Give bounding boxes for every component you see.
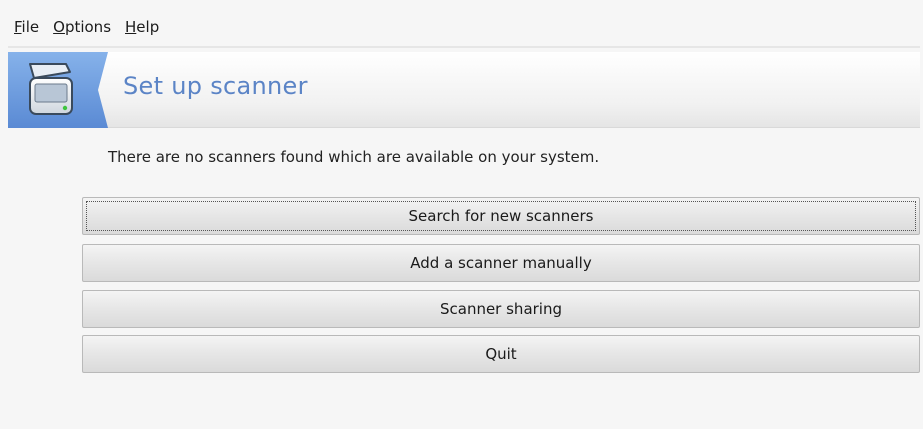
scanner-sharing-button[interactable]: Scanner sharing (82, 290, 920, 328)
scanner-setup-window: File Options Help Set up scanner There a… (0, 0, 923, 429)
menu-options-mnemonic: O (53, 18, 65, 36)
search-scanners-label: Search for new scanners (86, 201, 916, 231)
menu-file[interactable]: File (14, 18, 39, 36)
menu-options[interactable]: Options (53, 18, 111, 36)
search-scanners-button[interactable]: Search for new scanners (82, 197, 920, 235)
menu-bar: File Options Help (8, 8, 920, 48)
scanner-sharing-label: Scanner sharing (439, 300, 562, 318)
menu-file-label: ile (21, 18, 40, 36)
menu-file-mnemonic: F (14, 18, 22, 36)
add-scanner-button[interactable]: Add a scanner manually (82, 244, 920, 282)
add-scanner-label: Add a scanner manually (410, 254, 592, 272)
header-banner: Set up scanner (8, 52, 920, 128)
menu-help-label: elp (136, 18, 160, 36)
menu-help-mnemonic: H (125, 18, 137, 36)
quit-label: Quit (485, 345, 517, 363)
quit-button[interactable]: Quit (82, 335, 920, 373)
menu-options-label: ptions (64, 18, 112, 36)
banner-icon-panel (8, 52, 108, 128)
page-title: Set up scanner (123, 72, 308, 100)
scanner-icon (8, 52, 108, 128)
status-message: There are no scanners found which are av… (108, 148, 600, 166)
menu-help[interactable]: Help (125, 18, 159, 36)
